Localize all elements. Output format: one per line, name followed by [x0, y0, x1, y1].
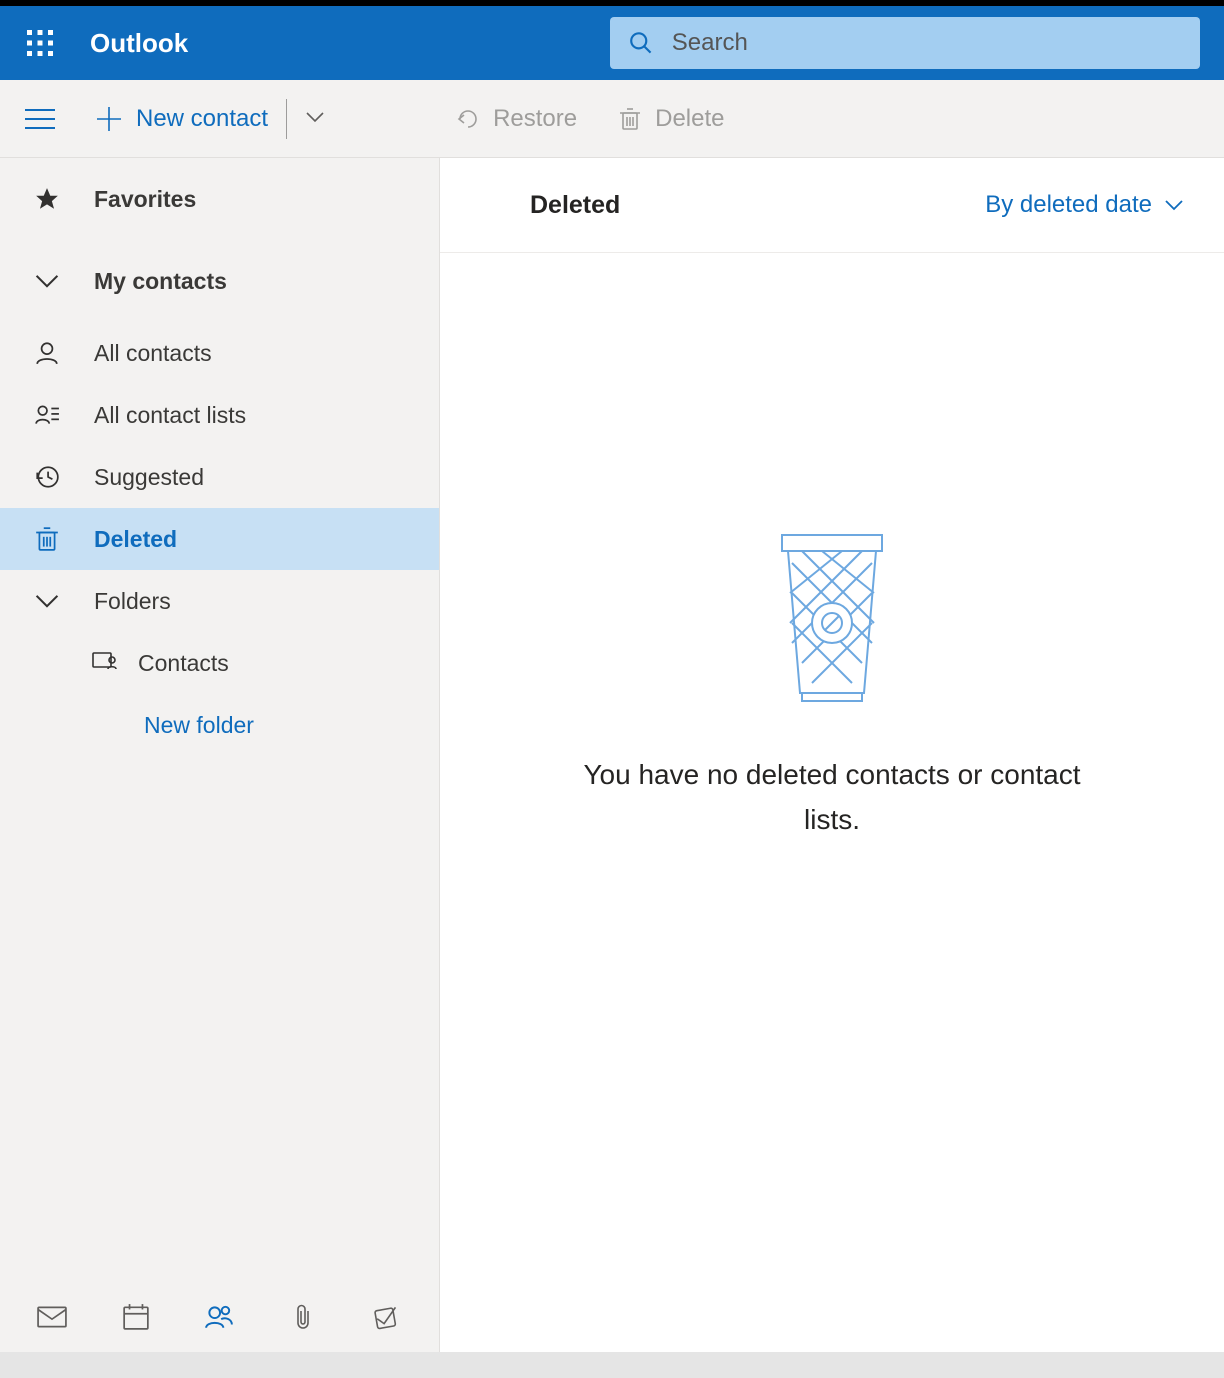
new-contact-button[interactable]: New contact: [96, 105, 268, 133]
restore-button[interactable]: Restore: [455, 105, 577, 133]
sidebar-folders-header[interactable]: Folders: [0, 570, 439, 632]
plus-icon: [96, 106, 122, 132]
mycontacts-label: My contacts: [94, 268, 227, 295]
todo-module-button[interactable]: [357, 1292, 417, 1342]
people-module-button[interactable]: [189, 1292, 249, 1342]
sidebar-item-label: Suggested: [94, 464, 204, 491]
person-icon: [30, 340, 64, 366]
sidebar-item-all-contact-lists[interactable]: All contact lists: [0, 384, 439, 446]
waffle-icon: [25, 28, 55, 58]
app-launcher-button[interactable]: [0, 6, 80, 80]
folders-label: Folders: [94, 588, 171, 615]
new-folder-label: New folder: [144, 712, 254, 739]
new-contact-label: New contact: [136, 105, 268, 133]
sidebar-item-label: All contact lists: [94, 402, 246, 429]
delete-button[interactable]: Delete: [617, 105, 724, 133]
mail-module-button[interactable]: [22, 1292, 82, 1342]
chevron-down-icon: [30, 588, 64, 614]
checkmark-tag-icon: [372, 1303, 402, 1331]
sidebar-item-label: All contacts: [94, 340, 212, 367]
main-header: Deleted By deleted date: [440, 158, 1224, 253]
sidebar-favorites-header[interactable]: Favorites: [0, 158, 439, 240]
sidebar: Favorites My contacts All contacts All c…: [0, 158, 440, 1352]
sidebar-mycontacts-header[interactable]: My contacts: [0, 240, 439, 322]
toolbar: New contact Restore Delete: [0, 80, 1224, 158]
empty-trash-illustration: [752, 533, 912, 713]
folder-item-label: Contacts: [138, 650, 229, 677]
search-input[interactable]: [672, 29, 1182, 57]
chevron-down-icon: [1164, 199, 1184, 211]
people-icon: [204, 1303, 234, 1331]
undo-icon: [455, 106, 481, 132]
paperclip-icon: [288, 1303, 318, 1331]
app-header: Outlook: [0, 6, 1224, 80]
empty-state: You have no deleted contacts or contact …: [440, 253, 1224, 1352]
people-list-icon: [30, 402, 64, 428]
sidebar-item-label: Deleted: [94, 526, 177, 553]
search-box[interactable]: [610, 17, 1200, 69]
nav-toggle-button[interactable]: [18, 97, 62, 141]
sidebar-item-all-contacts[interactable]: All contacts: [0, 322, 439, 384]
chevron-down-icon: [30, 268, 64, 294]
calendar-module-button[interactable]: [106, 1292, 166, 1342]
mail-icon: [37, 1303, 67, 1331]
sidebar-item-deleted[interactable]: Deleted: [0, 508, 439, 570]
history-icon: [30, 464, 64, 490]
restore-label: Restore: [493, 105, 577, 133]
sort-button[interactable]: By deleted date: [985, 191, 1184, 219]
new-contact-dropdown[interactable]: [305, 110, 325, 128]
favorites-label: Favorites: [94, 186, 196, 213]
page-title: Deleted: [530, 191, 620, 220]
delete-label: Delete: [655, 105, 724, 133]
trash-icon: [617, 106, 643, 132]
hamburger-icon: [25, 108, 55, 130]
module-switcher: [0, 1282, 439, 1352]
files-module-button[interactable]: [273, 1292, 333, 1342]
sidebar-folder-contacts[interactable]: Contacts: [0, 632, 439, 694]
calendar-icon: [121, 1303, 151, 1331]
sidebar-item-suggested[interactable]: Suggested: [0, 446, 439, 508]
star-icon: [30, 186, 64, 212]
chevron-down-icon: [305, 111, 325, 123]
main-pane: Deleted By deleted date: [440, 158, 1224, 1352]
sort-label: By deleted date: [985, 191, 1152, 219]
search-icon: [628, 29, 654, 57]
contacts-folder-icon: [92, 648, 118, 679]
bottom-scrollbar-area: [0, 1352, 1224, 1378]
empty-message: You have no deleted contacts or contact …: [552, 753, 1112, 843]
new-folder-link[interactable]: New folder: [0, 694, 439, 756]
toolbar-divider: [286, 99, 287, 139]
trash-icon: [30, 526, 64, 552]
app-title: Outlook: [90, 28, 188, 59]
